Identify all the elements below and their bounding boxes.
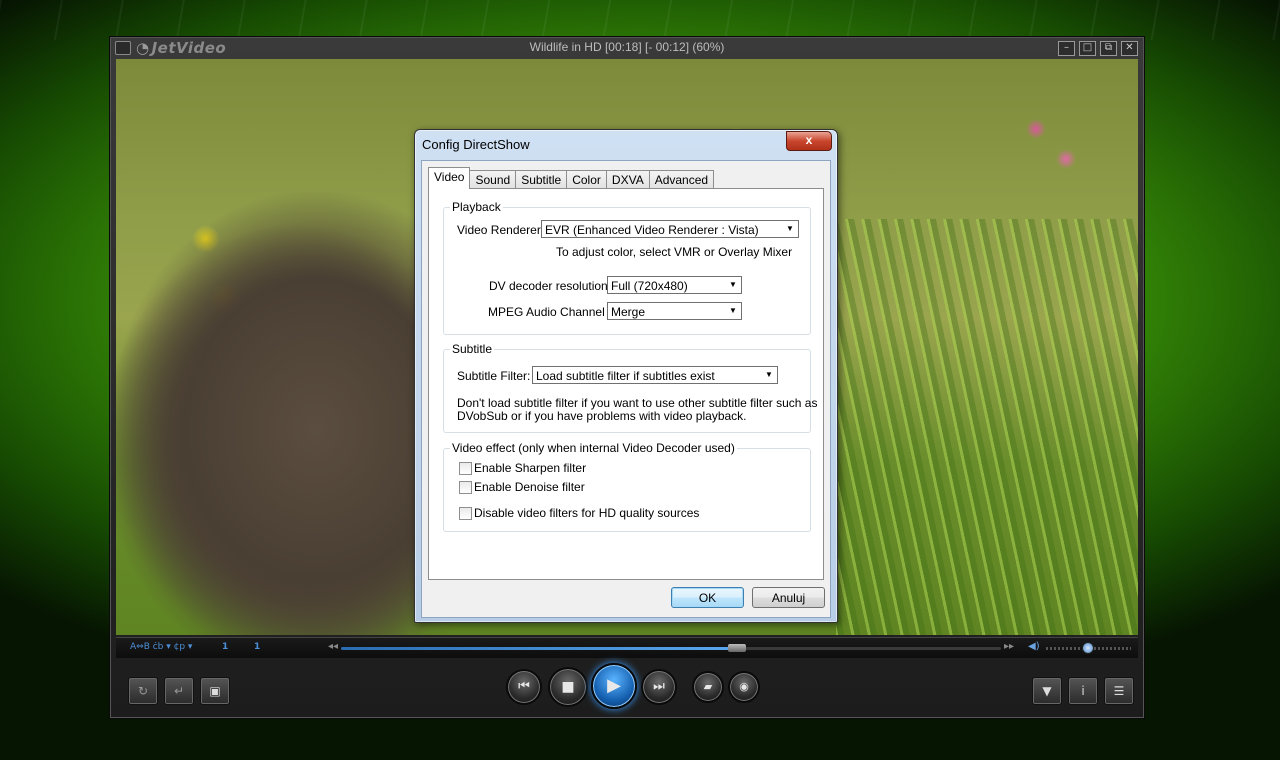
tab-color[interactable]: Color — [566, 170, 607, 189]
play-button[interactable]: ▶ — [591, 663, 637, 709]
video-effect-group-title: Video effect (only when internal Video D… — [450, 441, 737, 455]
disable-hd-filters-label[interactable]: Disable video filters for HD quality sou… — [474, 506, 699, 520]
video-renderer-select[interactable]: EVR (Enhanced Video Renderer : Vista) ▼ — [541, 220, 799, 238]
dialog-title: Config DirectShow — [422, 137, 530, 152]
subtitle-hint-line-2: DVobSub or if you have problems with vid… — [457, 409, 747, 423]
previous-icon: ⏮ — [518, 679, 530, 694]
seek-thumb[interactable] — [728, 644, 746, 652]
volume-icon[interactable]: ◀) — [1028, 641, 1040, 652]
minimize-button[interactable]: – — [1058, 41, 1075, 56]
sharpen-checkbox[interactable] — [459, 462, 472, 475]
restore-button[interactable]: ⧉ — [1100, 41, 1117, 56]
title-bar[interactable]: ◔ JetVideo Wildlife in HD [00:18] [- 00:1… — [110, 37, 1144, 59]
playback-group: Playback Video Renderer: EVR (Enhanced V… — [443, 200, 811, 335]
control-bar: ↻ ↵ ▣ ⏮ ■ ▶ ⏭ ▰ ◉ ▼ ⅰ ☰ — [116, 659, 1138, 715]
next-icon: ⏭ — [653, 679, 665, 694]
repeat-icon: ↻ — [137, 684, 149, 698]
counter-b: 1 — [254, 642, 261, 652]
window-title: Wildlife in HD [00:18] [- 00:12] (60%) — [529, 40, 725, 54]
tab-dxva[interactable]: DXVA — [605, 170, 650, 189]
sharpen-label[interactable]: Enable Sharpen filter — [474, 461, 586, 475]
dv-decoder-value: Full (720x480) — [611, 279, 688, 293]
seek-track[interactable] — [341, 647, 1001, 650]
info-button[interactable]: ⅰ — [1068, 677, 1098, 705]
snapshot-button[interactable]: ▣ — [200, 677, 230, 705]
eject-menu-icon: ▼ — [1042, 684, 1052, 698]
video-tab-page: Playback Video Renderer: EVR (Enhanced V… — [428, 188, 824, 580]
dialog-body: Video Sound Subtitle Color DXVA Advanced… — [421, 160, 831, 618]
mpeg-audio-select[interactable]: Merge ▼ — [607, 302, 742, 320]
subtitle-filter-select[interactable]: Load subtitle filter if subtitles exist … — [532, 366, 778, 384]
seek-back-icon[interactable]: ◂◂ — [328, 641, 338, 652]
subtitle-filter-value: Load subtitle filter if subtitles exist — [536, 369, 715, 383]
volume-thumb[interactable] — [1081, 642, 1094, 654]
tab-advanced[interactable]: Advanced — [648, 170, 715, 189]
video-effect-group: Video effect (only when internal Video D… — [443, 441, 811, 532]
info-icon: ⅰ — [1081, 684, 1085, 698]
stop-button[interactable]: ■ — [548, 667, 588, 707]
snapshot-icon: ▣ — [209, 684, 221, 698]
chevron-down-icon: ▼ — [786, 224, 794, 233]
close-icon: x — [805, 133, 813, 147]
playback-group-title: Playback — [450, 200, 503, 214]
stop-icon: ■ — [561, 679, 575, 695]
video-frame-animal — [116, 129, 436, 635]
open-file-icon: ▰ — [703, 680, 713, 693]
dialog-close-button[interactable]: x — [786, 131, 832, 151]
maximize-button[interactable]: □ — [1079, 41, 1096, 56]
disable-hd-filters-checkbox[interactable] — [459, 507, 472, 520]
video-renderer-label: Video Renderer: — [457, 223, 545, 237]
denoise-label[interactable]: Enable Denoise filter — [474, 480, 585, 494]
dv-decoder-label: DV decoder resolution: — [489, 279, 612, 293]
eject-menu-button[interactable]: ▼ — [1032, 677, 1062, 705]
tab-strip: Video Sound Subtitle Color DXVA Advanced — [428, 167, 715, 189]
seek-forward-icon[interactable]: ▸▸ — [1004, 641, 1014, 652]
ok-button[interactable]: OK — [671, 587, 744, 608]
previous-button[interactable]: ⏮ — [506, 669, 542, 705]
play-icon: ▶ — [607, 675, 621, 696]
tab-subtitle[interactable]: Subtitle — [515, 170, 568, 189]
cancel-button[interactable]: Anuluj — [752, 587, 825, 608]
chapter-button[interactable]: ↵ — [164, 677, 194, 705]
seek-progress — [341, 647, 737, 650]
chapter-icon: ↵ — [173, 684, 185, 698]
disc-button[interactable]: ◉ — [728, 671, 760, 703]
video-renderer-value: EVR (Enhanced Video Renderer : Vista) — [545, 223, 759, 237]
chevron-down-icon: ▼ — [729, 280, 737, 289]
mpeg-audio-value: Merge — [611, 305, 646, 319]
audio-track-selector[interactable]: A⇔B ċb ▾ ¢p ▾ — [130, 642, 192, 652]
denoise-checkbox[interactable] — [459, 481, 472, 494]
subtitle-group: Subtitle Subtitle Filter: Load subtitle … — [443, 342, 817, 433]
desktop-background — [0, 0, 1280, 40]
subtitle-hint-line-1: Don't load subtitle filter if you want t… — [457, 396, 818, 410]
playlist-button[interactable]: ☰ — [1104, 677, 1134, 705]
close-button[interactable]: ✕ — [1121, 41, 1138, 56]
subtitle-group-title: Subtitle — [450, 342, 495, 356]
tab-video[interactable]: Video — [428, 167, 471, 189]
next-button[interactable]: ⏭ — [641, 669, 677, 705]
subtitle-filter-label: Subtitle Filter: — [457, 369, 531, 383]
disc-icon: ◉ — [739, 680, 749, 693]
mpeg-audio-label: MPEG Audio Channel : — [488, 305, 612, 319]
seek-bar-row: A⇔B ċb ▾ ¢p ▾ 1 1 ◂◂ ▸▸ ◀) — [116, 637, 1138, 658]
chevron-down-icon: ▼ — [729, 306, 737, 315]
video-frame-grass — [836, 219, 1138, 635]
counter-a: 1 — [222, 642, 229, 652]
playlist-icon: ☰ — [1113, 684, 1125, 698]
chevron-down-icon: ▼ — [765, 370, 773, 379]
tab-sound[interactable]: Sound — [469, 170, 517, 189]
config-directshow-dialog: Config DirectShow x Video Sound Subtitle… — [414, 129, 838, 623]
renderer-hint: To adjust color, select VMR or Overlay M… — [556, 245, 793, 259]
dv-decoder-select[interactable]: Full (720x480) ▼ — [607, 276, 742, 294]
window-controls: – □ ⧉ ✕ — [1058, 41, 1138, 56]
open-file-button[interactable]: ▰ — [692, 671, 724, 703]
repeat-button[interactable]: ↻ — [128, 677, 158, 705]
